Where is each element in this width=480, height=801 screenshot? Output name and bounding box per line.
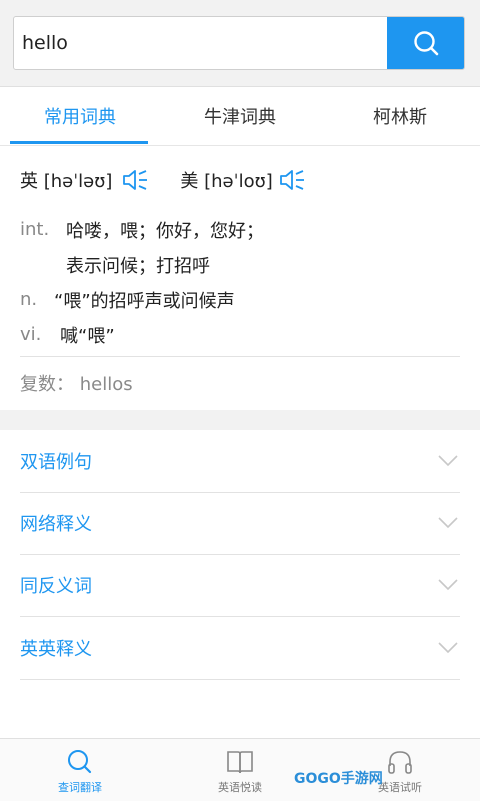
part-of-speech: int. (20, 219, 50, 240)
search-icon (413, 31, 438, 56)
search-button[interactable] (387, 17, 464, 69)
part-of-speech: vi. (20, 324, 42, 345)
section-synonyms-antonyms[interactable]: 同反义词 (20, 554, 460, 617)
chevron-down-icon (438, 455, 458, 467)
definition-line: n. “喂”的招呼声或问候声 (20, 282, 460, 317)
chevron-down-icon (438, 642, 458, 654)
definition-text: 表示问候；打招呼 (66, 255, 210, 277)
uk-speaker-icon[interactable] (122, 169, 148, 191)
section-label: 网络释义 (20, 514, 92, 535)
section-web-definitions[interactable]: 网络释义 (20, 492, 460, 555)
tab-collins[interactable]: 柯林斯 (320, 87, 480, 145)
definition-text: 哈喽，喂；你好，您好； (66, 220, 264, 242)
section-bilingual-examples[interactable]: 双语例句 (20, 430, 460, 493)
book-icon (227, 751, 253, 774)
plural-form: 复数： hellos (20, 374, 133, 395)
definition-line: 表示问候；打招呼 (20, 247, 460, 282)
section-label: 英英释义 (20, 639, 92, 660)
us-speaker-icon[interactable] (279, 169, 305, 191)
search-icon (68, 750, 92, 774)
nav-label: 查词翻译 (58, 781, 102, 794)
definitions: int. 哈喽，喂；你好，您好； 表示问候；打招呼 n. “喂”的招呼声或问候声… (20, 212, 460, 352)
nav-lookup-translate[interactable]: 查词翻译 (0, 739, 160, 801)
section-english-definitions[interactable]: 英英释义 (20, 617, 460, 680)
bottom-navigation: 查词翻译 英语悦读 英语试听 (0, 738, 480, 801)
search-bar (0, 0, 480, 87)
chevron-down-icon (438, 517, 458, 529)
chevron-down-icon (438, 579, 458, 591)
search-box (13, 16, 465, 70)
active-tab-indicator (10, 141, 148, 144)
headphones-icon (388, 751, 412, 774)
section-label: 双语例句 (20, 452, 92, 473)
divider (20, 356, 460, 357)
definition-line: int. 哈喽，喂；你好，您好； (20, 212, 460, 247)
section-gap (0, 410, 480, 430)
tab-oxford-dictionary[interactable]: 牛津词典 (160, 87, 320, 145)
definition-line: vi. 喊“喂” (20, 317, 460, 352)
us-phonetic: 美 [həˈloʊ] (180, 171, 273, 192)
part-of-speech: n. (20, 289, 38, 310)
dictionary-tabs: 常用词典 牛津词典 柯林斯 (0, 87, 480, 146)
watermark-logo: GOGO手游网 (294, 771, 383, 787)
tab-common-dictionary[interactable]: 常用词典 (0, 87, 160, 145)
definition-text: 喊“喂” (60, 325, 115, 347)
pronunciation-row: 英 [həˈləʊ] 美 [həˈloʊ] (20, 166, 305, 194)
definition-text: “喂”的招呼声或问候声 (54, 290, 235, 312)
search-input[interactable] (14, 17, 389, 69)
us-pronunciation: 美 [həˈloʊ] (180, 167, 304, 193)
uk-pronunciation: 英 [həˈləʊ] (20, 167, 148, 193)
section-label: 同反义词 (20, 576, 92, 597)
uk-phonetic: 英 [həˈləʊ] (20, 171, 113, 192)
